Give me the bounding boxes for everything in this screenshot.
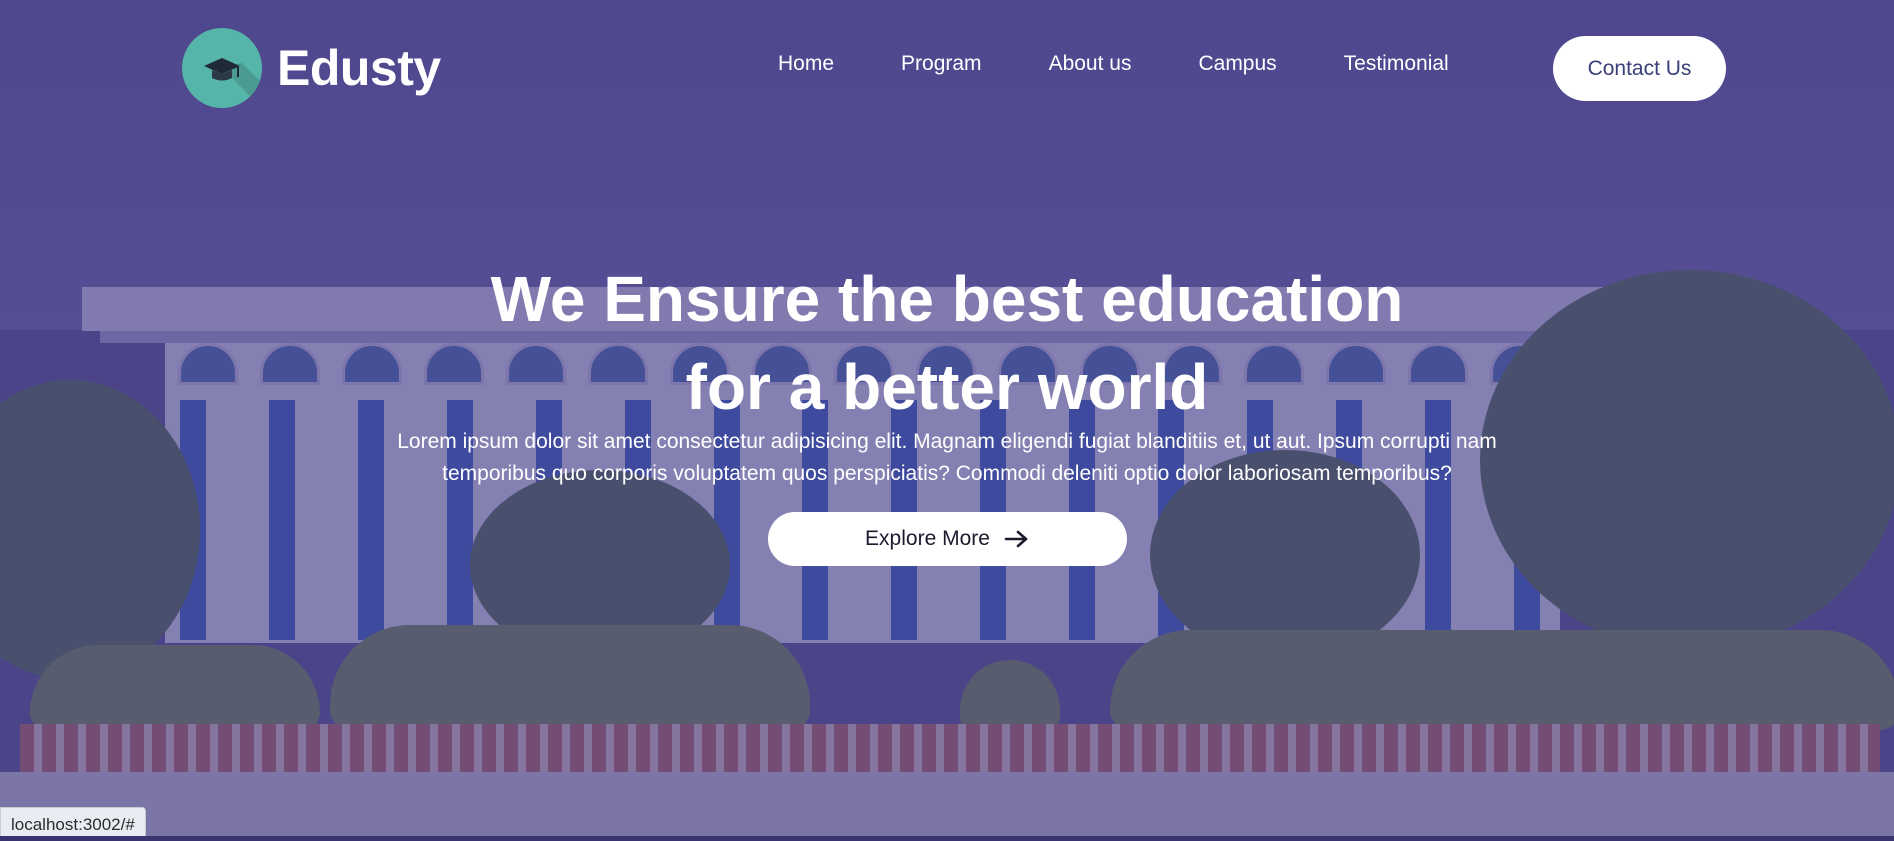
nav-link-campus[interactable]: Campus [1198, 52, 1276, 76]
hero-description: Lorem ipsum dolor sit amet consectetur a… [397, 430, 1497, 485]
bottom-divider [0, 836, 1894, 841]
hero-headline-line-2: for a better world [685, 351, 1209, 423]
hero-headline: We Ensure the best education for a bette… [0, 255, 1894, 431]
main-menu: Home Program About us Campus Testimonial [778, 52, 1449, 76]
hero-section: Edusty Home Program About us Campus Test… [0, 0, 1894, 841]
nav-link-about-us[interactable]: About us [1049, 52, 1132, 76]
nav-link-home[interactable]: Home [778, 52, 834, 76]
contact-us-button[interactable]: Contact Us [1553, 36, 1726, 101]
explore-more-button[interactable]: Explore More [768, 512, 1127, 566]
graduation-cap-icon [182, 28, 262, 108]
explore-more-label: Explore More [865, 527, 990, 550]
arrow-right-icon [1004, 530, 1028, 548]
hero-headline-line-1: We Ensure the best education [490, 263, 1404, 335]
brand-name: Edusty [277, 40, 441, 96]
top-navbar: Edusty Home Program About us Campus Test… [0, 0, 1894, 135]
nav-link-program[interactable]: Program [901, 52, 982, 76]
brand-logo[interactable]: Edusty [182, 28, 441, 108]
nav-link-testimonial[interactable]: Testimonial [1344, 52, 1449, 76]
